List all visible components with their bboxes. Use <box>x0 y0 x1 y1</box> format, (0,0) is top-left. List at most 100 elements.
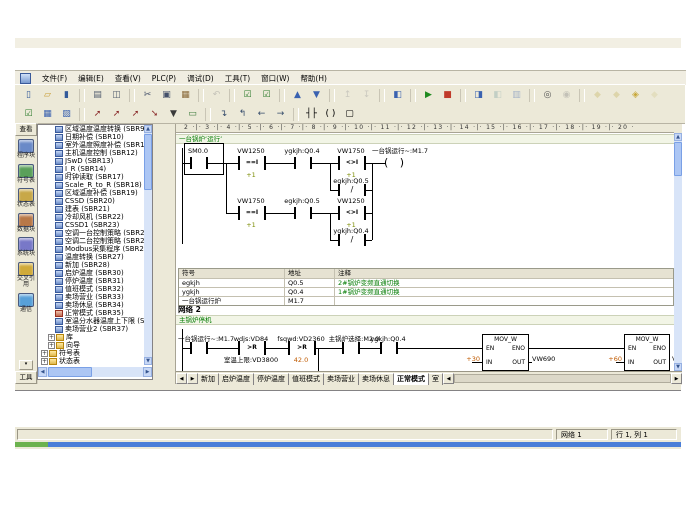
sort-ascending-button[interactable]: ↥ <box>338 87 357 104</box>
line-left-button[interactable]: ← <box>252 106 271 123</box>
lock-button-2[interactable]: ◆ <box>607 87 626 104</box>
tree-item[interactable]: 卖场休息 (SBR34) <box>39 301 145 309</box>
copy-button[interactable]: ▣ <box>157 87 176 104</box>
tree-item[interactable]: +库 <box>39 333 145 341</box>
view-bar-more-button[interactable]: ▾ <box>19 360 33 370</box>
scroll-right-icon[interactable]: ▶ <box>143 367 152 377</box>
line-down-button[interactable]: ↴ <box>214 106 233 123</box>
lock-button-3[interactable]: ◆ <box>645 87 664 104</box>
contact-tool-button[interactable]: ┤├ <box>302 106 321 123</box>
toggle-compile-result-button[interactable]: ☑ <box>19 106 38 123</box>
scroll-up-icon[interactable]: ▲ <box>144 125 152 133</box>
tree-item[interactable]: 室温分水器温度上下限 (SBR <box>39 317 145 325</box>
tree-item[interactable]: 建表 (SBR21) <box>39 205 145 213</box>
menu-item-help[interactable]: 帮助(H) <box>300 73 327 84</box>
bookmark-next-button[interactable]: ◉ <box>557 87 576 104</box>
h-scroll-left-button[interactable]: ◀ <box>443 373 454 384</box>
symbol-info-table-button[interactable]: ▼ <box>164 106 183 123</box>
tree-item[interactable]: 启炉温度 (SBR30) <box>39 269 145 277</box>
tree-item[interactable]: Scale_R_to_R (SBR18) <box>39 181 145 189</box>
compare-operand[interactable]: 室温上限:VD3800 <box>216 356 286 364</box>
tree-item[interactable]: 时钟读取 (SBR17) <box>39 173 145 181</box>
view-bar-item[interactable]: 通信 <box>16 293 37 314</box>
tree-item[interactable]: 空调一台控制策略 (SBR24) <box>39 229 145 237</box>
tree-item[interactable]: Modbus采集程序 (SBR26) <box>39 245 145 253</box>
menu-item-tools[interactable]: 工具(T) <box>225 73 250 84</box>
compare-label[interactable]: fsqwd:VD2360 <box>274 335 328 343</box>
mov-w-box[interactable]: MOV_W EN ENO IN OUT <box>624 334 670 371</box>
sort-descending-button[interactable]: ↧ <box>357 87 376 104</box>
tree-item[interactable]: 冷却风机 (SBR22) <box>39 213 145 221</box>
tools-bar-header[interactable]: 工具 <box>15 371 37 384</box>
view-bar-item[interactable]: 程序块 <box>16 139 37 160</box>
compare-op[interactable]: <>I <box>340 206 364 220</box>
network2-comment[interactable]: 主锅炉停机 <box>176 315 674 325</box>
tree-item[interactable]: CSSD (SBR20) <box>39 197 145 205</box>
key-button[interactable]: ◈ <box>626 87 645 104</box>
view-bar-item[interactable]: 状态表 <box>16 188 37 209</box>
status-bar-toggle-button[interactable]: ▭ <box>183 106 202 123</box>
editor-scrollbar-thumb[interactable] <box>674 142 682 176</box>
editor-tab[interactable]: 新加 <box>198 373 219 385</box>
tree-item[interactable]: 卖场营业 (SBR33) <box>39 293 145 301</box>
lock-button-1[interactable]: ◆ <box>588 87 607 104</box>
view-bar-item[interactable]: 系统块 <box>16 237 37 258</box>
save-button[interactable]: ▮ <box>57 87 76 104</box>
view-bar-item[interactable]: 交叉引用 <box>16 262 37 289</box>
line-right-button[interactable]: → <box>271 106 290 123</box>
tree-item[interactable]: 空调二台控制策略 (SBR25) <box>39 237 145 245</box>
scroll-down-icon[interactable]: ▼ <box>144 357 152 365</box>
bookmark-button[interactable]: ◎ <box>538 87 557 104</box>
compare-label[interactable]: wdjs:VD84 <box>226 335 276 343</box>
tree-vertical-scrollbar[interactable]: ▲ ▼ <box>144 125 152 365</box>
editor-horizontal-scrollbar[interactable] <box>454 374 671 383</box>
tree-item[interactable]: 卖场营业2 (SBR37) <box>39 325 145 333</box>
editor-tab[interactable]: 启炉温度 <box>219 373 254 385</box>
tree-scrollbar-thumb[interactable] <box>144 134 152 190</box>
compare-label[interactable]: VW1250 <box>331 197 371 205</box>
ladder-canvas[interactable]: 一台锅炉‘运行’ SM0.0 ==I VW1250 +1 ygkjh:Q0.4 <box>176 124 674 371</box>
program-status-button[interactable]: ◨ <box>469 87 488 104</box>
menu-item-window[interactable]: 窗口(W) <box>261 73 289 84</box>
nc-contact-slash[interactable]: / <box>340 234 364 246</box>
h-scroll-right-button[interactable]: ▶ <box>671 373 682 384</box>
compare-op[interactable]: >R <box>290 341 314 355</box>
print-preview-button[interactable]: ◫ <box>107 87 126 104</box>
output-window[interactable] <box>15 390 681 429</box>
scroll-left-icon[interactable]: ◀ <box>38 367 47 377</box>
tree-horizontal-scrollbar[interactable]: ◀ ▶ <box>38 367 152 377</box>
open-button[interactable]: ▱ <box>38 87 57 104</box>
tree-item[interactable]: 值班模式 (SBR32) <box>39 285 145 293</box>
symbol-table-row[interactable]: ygkjh Q0.4 1#锅炉变频直通切换 <box>179 287 673 296</box>
editor-tab[interactable]: 室 <box>429 373 443 385</box>
nc-contact-label[interactable]: ygkjh:Q0.4 <box>326 227 376 235</box>
tree-item[interactable]: +状态表 <box>39 357 145 365</box>
insert-box-button[interactable]: ➚ <box>126 106 145 123</box>
compare-operand[interactable]: +1 <box>241 171 261 179</box>
editor-tab[interactable]: 停炉温度 <box>254 373 289 385</box>
coil-tool-button[interactable]: ( ) <box>321 106 340 123</box>
download-button[interactable]: ▼ <box>307 87 326 104</box>
contact-label[interactable]: ygkjh:Q0.4 <box>277 147 327 155</box>
menu-item-debug[interactable]: 调试(D) <box>187 73 214 84</box>
chart-status-button[interactable]: ▥ <box>507 87 526 104</box>
menu-item-edit[interactable]: 编辑(E) <box>78 73 104 84</box>
compile-button[interactable]: ☑ <box>238 87 257 104</box>
tree-item[interactable]: 新加 (SBR28) <box>39 261 145 269</box>
insert-network-button[interactable]: ▦ <box>38 106 57 123</box>
stop-button[interactable]: ■ <box>438 87 457 104</box>
compare-operand[interactable]: +1 <box>241 221 261 229</box>
tree-item[interactable]: CSSD1 (SBR23) <box>39 221 145 229</box>
menu-item-view[interactable]: 查看(V) <box>115 73 141 84</box>
contact-label[interactable]: egkjh:Q0.5 <box>277 197 327 205</box>
tree-item[interactable]: 区域温度温度转换 (SBR9) <box>39 125 145 133</box>
insert-coil-button[interactable]: ➚ <box>107 106 126 123</box>
network2-header[interactable]: 网络 2 <box>178 304 201 315</box>
tree-item[interactable]: +符号表 <box>39 349 145 357</box>
editor-tab[interactable]: 卖场休息 <box>359 373 394 385</box>
cut-button[interactable]: ✂ <box>138 87 157 104</box>
compare-label[interactable]: VW1250 <box>231 147 271 155</box>
compare-label[interactable]: VW1750 <box>231 197 271 205</box>
print-button[interactable]: ▤ <box>88 87 107 104</box>
tree-expand-icon[interactable]: + <box>41 358 48 365</box>
